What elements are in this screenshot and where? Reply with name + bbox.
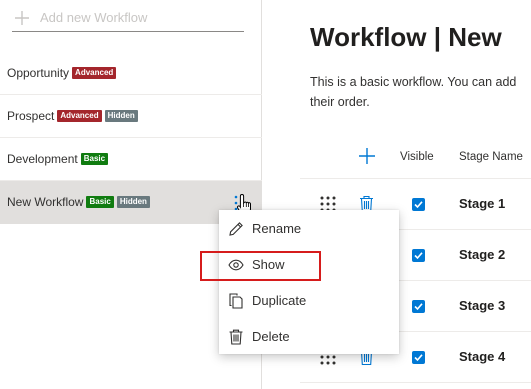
eye-icon xyxy=(228,259,244,271)
add-workflow-button[interactable]: Add new Workflow xyxy=(12,4,244,32)
advanced-badge: Advanced xyxy=(57,110,102,122)
menu-item-delete[interactable]: Delete xyxy=(219,319,399,355)
stage-name: Stage 1 xyxy=(459,196,506,211)
checkmark-icon xyxy=(414,252,423,260)
workflow-context-menu: Rename Show Duplicate Delete xyxy=(219,210,399,354)
workflow-name: New Workflow xyxy=(7,195,84,209)
sidebar-item-opportunity[interactable]: Opportunity Advanced xyxy=(0,52,262,95)
visible-checkbox[interactable] xyxy=(412,198,425,211)
menu-item-label: Delete xyxy=(252,329,290,344)
hidden-badge: Hidden xyxy=(104,110,138,122)
menu-item-label: Show xyxy=(252,257,285,272)
advanced-badge: Advanced xyxy=(72,67,117,79)
workflow-name: Opportunity xyxy=(7,66,70,80)
page-description: This is a basic workflow. You can add th… xyxy=(310,72,531,112)
add-workflow-label: Add new Workflow xyxy=(40,10,148,25)
sidebar-item-prospect[interactable]: Prospect Advanced Hidden xyxy=(0,95,262,138)
menu-item-show[interactable]: Show xyxy=(219,247,399,283)
description-line: their order. xyxy=(310,95,370,109)
visible-checkbox[interactable] xyxy=(412,300,425,313)
hidden-badge: Hidden xyxy=(116,196,150,208)
page-title: Workflow | New xyxy=(310,22,502,52)
menu-item-rename[interactable]: Rename xyxy=(219,211,399,247)
description-line: This is a basic workflow. You can add xyxy=(310,75,517,89)
basic-badge: Basic xyxy=(86,196,114,208)
stage-name: Stage 4 xyxy=(459,349,506,364)
trash-icon xyxy=(229,329,243,345)
checkmark-icon xyxy=(414,201,423,209)
stage-name-column-header: Stage Name xyxy=(459,151,523,163)
visible-checkbox[interactable] xyxy=(412,249,425,262)
basic-badge: Basic xyxy=(80,153,109,165)
copy-icon xyxy=(229,293,243,309)
sidebar-item-development[interactable]: Development Basic xyxy=(0,138,262,181)
stage-name: Stage 2 xyxy=(459,247,506,262)
menu-item-duplicate[interactable]: Duplicate xyxy=(219,283,399,319)
visible-column-header: Visible xyxy=(400,151,434,163)
add-stage-icon[interactable] xyxy=(358,147,376,165)
stage-name: Stage 3 xyxy=(459,298,506,313)
checkmark-icon xyxy=(414,303,423,311)
workflow-name: Prospect xyxy=(7,109,55,123)
checkmark-icon xyxy=(414,354,423,362)
plus-icon xyxy=(15,10,29,25)
menu-item-label: Rename xyxy=(252,221,302,236)
workflow-name: Development xyxy=(7,152,78,166)
visible-checkbox[interactable] xyxy=(412,351,425,364)
pencil-icon xyxy=(229,222,243,236)
menu-item-label: Duplicate xyxy=(252,293,307,308)
